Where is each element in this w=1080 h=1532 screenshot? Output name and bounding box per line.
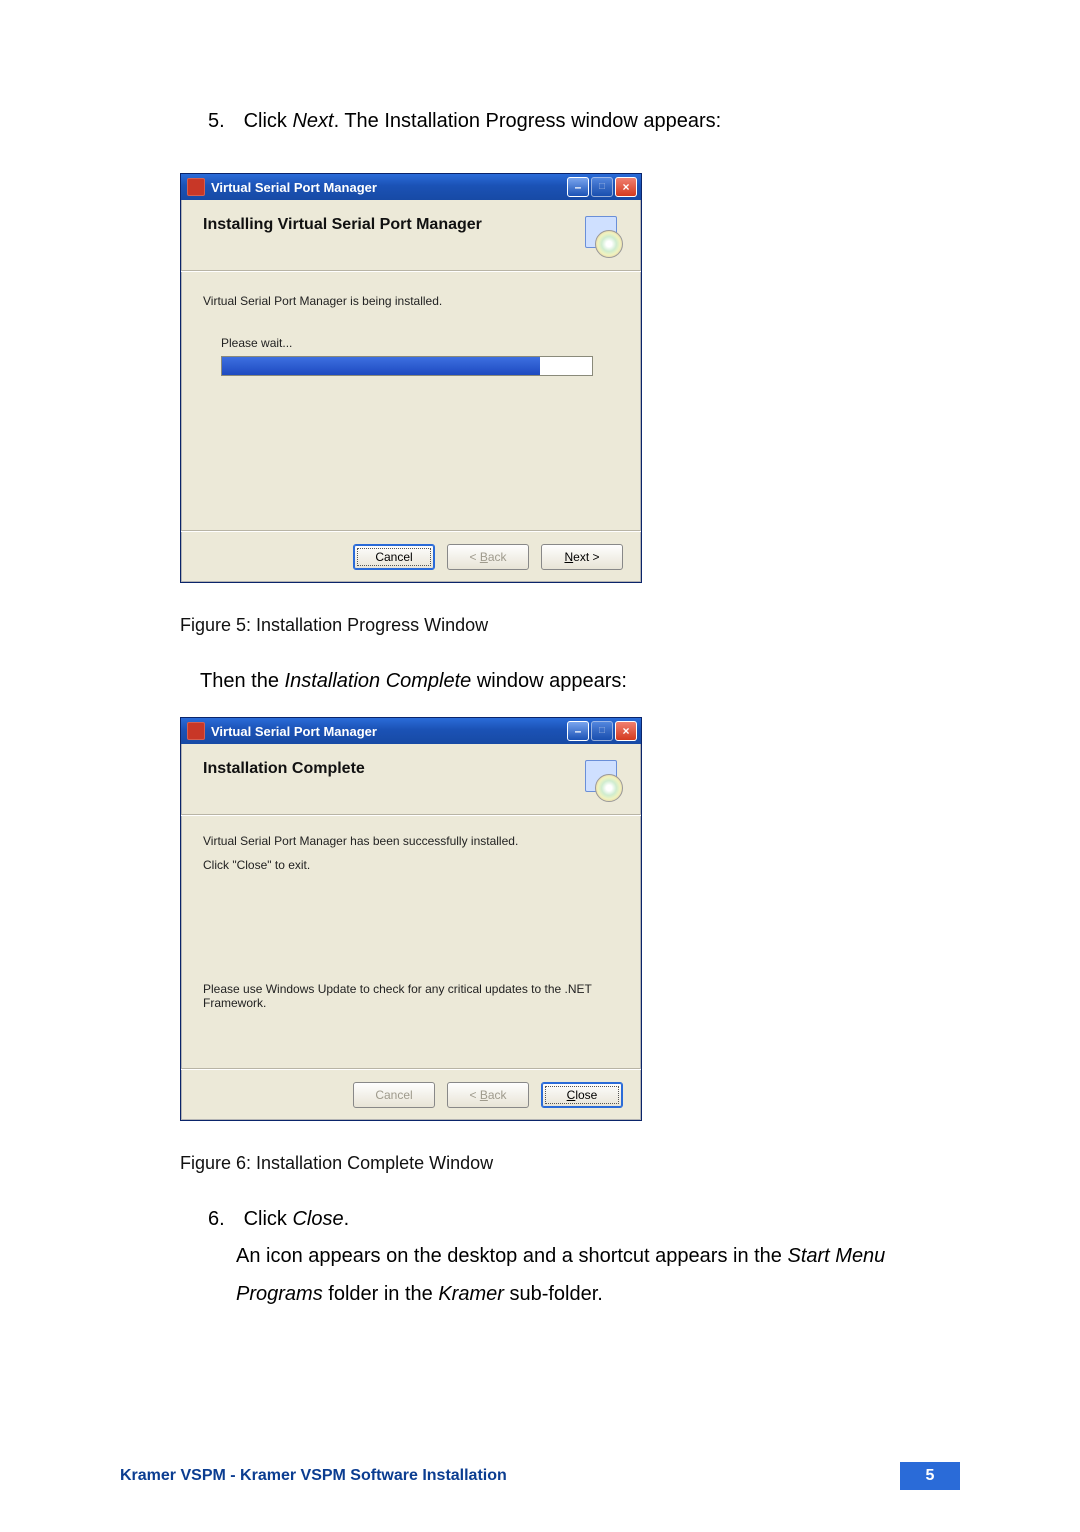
progress-label: Please wait... <box>221 336 619 350</box>
dialog-header: Installing Virtual Serial Port Manager <box>181 200 641 270</box>
install-message: Virtual Serial Port Manager is being ins… <box>203 294 619 308</box>
close-window-button[interactable]: × <box>615 177 637 197</box>
framework-note: Please use Windows Update to check for a… <box>203 982 619 1010</box>
close-label: Close <box>567 1088 598 1102</box>
transition-prefix: Then the <box>200 670 285 692</box>
cancel-label: Cancel <box>375 1088 412 1102</box>
step-action-word: Next <box>292 110 333 132</box>
closing-part1: An icon appears on the desktop and a sho… <box>236 1245 787 1267</box>
back-button: < Back <box>447 544 529 570</box>
installation-complete-dialog: Virtual Serial Port Manager – □ × Instal… <box>180 717 642 1121</box>
step-5-instruction: 5. Click Next. The Installation Progress… <box>208 110 900 133</box>
app-icon <box>187 178 205 196</box>
closing-paragraph: An icon appears on the desktop and a sho… <box>236 1237 900 1313</box>
close-icon: × <box>622 725 629 737</box>
success-message: Virtual Serial Port Manager has been suc… <box>203 834 619 848</box>
app-icon <box>187 722 205 740</box>
document-page: 5. Click Next. The Installation Progress… <box>0 0 1080 1532</box>
footer-text: Kramer VSPM - Kramer VSPM Software Insta… <box>120 1467 900 1485</box>
titlebar[interactable]: Virtual Serial Port Manager – □ × <box>181 718 641 744</box>
page-footer: Kramer VSPM - Kramer VSPM Software Insta… <box>0 1462 1080 1490</box>
closing-italic3: Kramer <box>438 1283 504 1305</box>
minimize-icon: – <box>575 181 582 193</box>
installer-disc-icon <box>581 760 623 802</box>
cancel-label: Cancel <box>375 550 412 564</box>
step-6-instruction: 6. Click Close. <box>208 1208 900 1231</box>
maximize-button: □ <box>591 721 613 741</box>
window-title: Virtual Serial Port Manager <box>211 724 567 739</box>
dialog-buttons: Cancel < Back Next > <box>181 532 641 582</box>
close-icon: × <box>622 181 629 193</box>
step-number: 6. <box>208 1208 238 1231</box>
figure-6-caption: Figure 6: Installation Complete Window <box>180 1153 900 1174</box>
progress-bar <box>221 356 593 376</box>
dialog-header: Installation Complete <box>181 744 641 814</box>
close-button[interactable]: Close <box>541 1082 623 1108</box>
back-button: < Back <box>447 1082 529 1108</box>
dialog-body: Virtual Serial Port Manager has been suc… <box>181 816 641 1068</box>
next-button[interactable]: Next > <box>541 544 623 570</box>
step-text-prefix: Click <box>244 110 293 132</box>
window-control-buttons: – □ × <box>567 721 637 741</box>
step-action-word: Close <box>292 1208 343 1230</box>
back-label: < Back <box>469 1088 506 1102</box>
back-label: < Back <box>469 550 506 564</box>
close-instruction: Click "Close" to exit. <box>203 858 619 872</box>
dialog-heading: Installation Complete <box>203 760 581 778</box>
step-text-suffix: . The Installation Progress window appea… <box>334 110 722 132</box>
installer-disc-icon <box>581 216 623 258</box>
maximize-icon: □ <box>599 726 605 736</box>
dialog-buttons: Cancel < Back Close <box>181 1070 641 1120</box>
close-window-button[interactable]: × <box>615 721 637 741</box>
next-label: Next > <box>564 550 599 564</box>
progress-fill <box>222 357 540 375</box>
dialog-heading: Installing Virtual Serial Port Manager <box>203 216 581 234</box>
titlebar[interactable]: Virtual Serial Port Manager – □ × <box>181 174 641 200</box>
step-text-suffix: . <box>344 1208 350 1230</box>
closing-part4: sub-folder. <box>504 1283 603 1305</box>
closing-italic2: Programs <box>236 1283 323 1305</box>
dialog-body: Virtual Serial Port Manager is being ins… <box>181 272 641 530</box>
minimize-button[interactable]: – <box>567 177 589 197</box>
window-control-buttons: – □ × <box>567 177 637 197</box>
cancel-button[interactable]: Cancel <box>353 544 435 570</box>
figure-5-caption: Figure 5: Installation Progress Window <box>180 615 900 636</box>
step-text-prefix: Click <box>244 1208 293 1230</box>
maximize-button: □ <box>591 177 613 197</box>
transition-italic: Installation Complete <box>285 670 472 692</box>
closing-part3: folder in the <box>323 1283 439 1305</box>
step-number: 5. <box>208 110 238 133</box>
minimize-button[interactable]: – <box>567 721 589 741</box>
window-title: Virtual Serial Port Manager <box>211 180 567 195</box>
cancel-button: Cancel <box>353 1082 435 1108</box>
installer-progress-dialog: Virtual Serial Port Manager – □ × Instal… <box>180 173 642 583</box>
transition-suffix: window appears: <box>471 670 627 692</box>
minimize-icon: – <box>575 725 582 737</box>
maximize-icon: □ <box>599 182 605 192</box>
closing-italic1: Start Menu <box>787 1245 885 1267</box>
transition-text: Then the Installation Complete window ap… <box>200 670 900 693</box>
page-number-badge: 5 <box>900 1462 960 1490</box>
